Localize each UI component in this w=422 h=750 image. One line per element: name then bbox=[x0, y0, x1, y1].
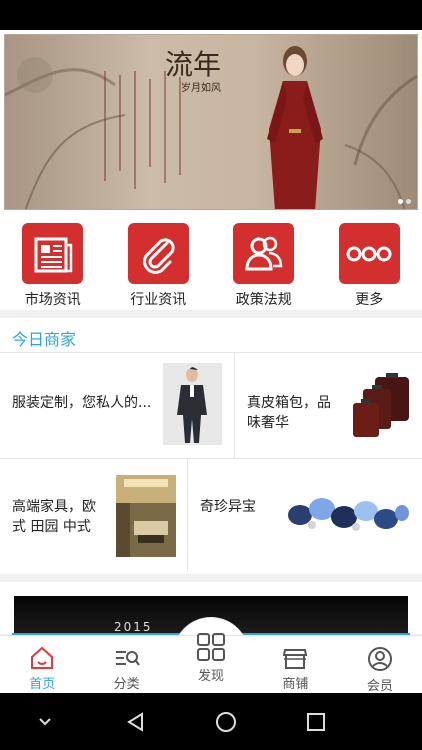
bottom-tab-bar: 首页 分类 发现 商铺 会员 bbox=[0, 633, 422, 694]
promo-banner-text: 2015 bbox=[114, 620, 153, 634]
leather-luggage-photo bbox=[353, 373, 409, 437]
hero-pager-dots bbox=[398, 199, 411, 204]
tab-store[interactable]: 商铺 bbox=[253, 636, 337, 694]
tab-label: 发现 bbox=[198, 669, 225, 684]
merchant-card[interactable]: 奇珍异宝 bbox=[188, 459, 422, 571]
category-label: 市场资讯 bbox=[24, 292, 81, 308]
store-icon bbox=[283, 649, 308, 669]
category-label: 行业资讯 bbox=[130, 292, 187, 308]
category-industry-news[interactable]: 行业资讯 bbox=[106, 214, 212, 310]
home-circle-icon bbox=[215, 711, 236, 732]
category-label: 政策法规 bbox=[235, 292, 292, 308]
nav-collapse-button[interactable] bbox=[25, 702, 65, 742]
merchant-card[interactable]: 真皮箱包，品味奢华 bbox=[235, 353, 422, 458]
tab-label: 分类 bbox=[113, 677, 140, 692]
hero-model-figure bbox=[267, 46, 323, 209]
users-icon bbox=[233, 223, 295, 284]
tab-member[interactable]: 会员 bbox=[338, 636, 422, 694]
merchant-title: 服装定制，您私人的... bbox=[12, 395, 152, 411]
category-more[interactable]: 更多 bbox=[317, 214, 422, 310]
chevron-down-icon bbox=[39, 717, 51, 725]
more-dots-icon bbox=[338, 223, 400, 284]
merchant-card[interactable]: 高端家具，欧式 田园 中式 bbox=[0, 459, 187, 571]
user-circle-icon bbox=[367, 647, 392, 671]
tab-label: 会员 bbox=[366, 679, 393, 694]
hero-banner[interactable]: 流年 岁月如风 bbox=[0, 30, 422, 214]
merchant-grid: 服装定制，您私人的... 真皮箱包，品味奢华 高端家具，欧式 田园 中式 奇珍异… bbox=[0, 353, 422, 574]
nav-recents-button[interactable] bbox=[296, 702, 336, 742]
merchant-title: 高端家具，欧式 田园 中式 bbox=[12, 499, 96, 535]
category-label: 更多 bbox=[355, 292, 384, 308]
category-market-news[interactable]: 市场资讯 bbox=[0, 214, 106, 310]
tab-home[interactable]: 首页 bbox=[0, 636, 84, 694]
tab-label: 商铺 bbox=[282, 677, 309, 692]
merchant-card[interactable]: 服装定制，您私人的... bbox=[0, 353, 234, 458]
tab-category[interactable]: 分类 bbox=[84, 636, 168, 694]
newspaper-icon bbox=[22, 223, 84, 284]
tab-label: 首页 bbox=[29, 677, 56, 692]
suit-man-photo bbox=[163, 363, 222, 445]
nav-home-button[interactable] bbox=[206, 702, 246, 742]
today-merchants-section: 今日商家 服装定制，您私人的... 真皮箱包，品味奢华 高端家具，欧式 田园 中… bbox=[0, 318, 422, 574]
gems-photo bbox=[286, 485, 410, 547]
furniture-room-photo bbox=[116, 475, 176, 557]
back-triangle-icon bbox=[126, 711, 143, 732]
section-title: 今日商家 bbox=[12, 330, 77, 349]
tab-discover[interactable]: 发现 bbox=[169, 633, 253, 694]
home-icon bbox=[31, 646, 54, 669]
paperclip-icon bbox=[127, 223, 189, 284]
status-bar bbox=[0, 0, 422, 30]
hero-image[interactable]: 流年 岁月如风 bbox=[4, 34, 418, 210]
merchant-title: 奇珍异宝 bbox=[200, 499, 256, 515]
system-nav-bar bbox=[0, 693, 422, 750]
merchant-title: 真皮箱包，品味奢华 bbox=[247, 395, 331, 431]
category-policy[interactable]: 政策法规 bbox=[211, 214, 317, 310]
category-search-icon bbox=[115, 651, 140, 666]
recents-square-icon bbox=[307, 712, 326, 731]
hero-poem-text bbox=[104, 71, 181, 189]
grid-icon bbox=[197, 633, 226, 661]
nav-back-button[interactable] bbox=[116, 702, 156, 742]
category-bar: 市场资讯 行业资讯 政策法规 更多 bbox=[0, 214, 422, 310]
